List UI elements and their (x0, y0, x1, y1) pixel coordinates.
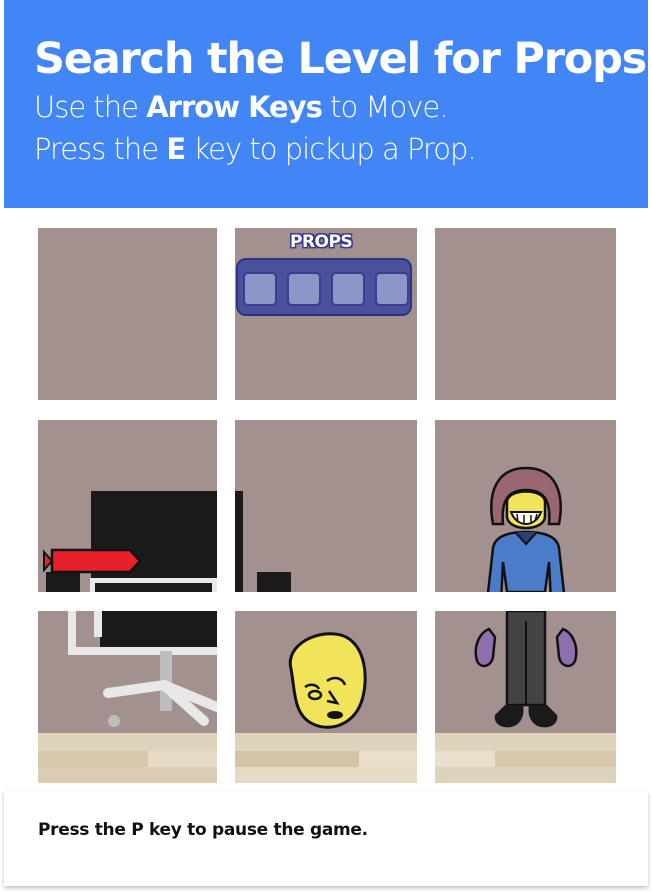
props-inventory (236, 258, 412, 316)
puzzle-tile[interactable] (235, 611, 417, 783)
yellow-mask-icon[interactable] (283, 629, 369, 733)
pause-instruction: Press the P key to pause the game. (38, 820, 368, 840)
arrow-keys-label: Arrow Keys (146, 90, 323, 124)
puzzle-tile[interactable] (38, 420, 217, 592)
e-key-label: E (166, 132, 186, 166)
page-title: Search the Level for Props. (34, 34, 652, 84)
puzzle-tile[interactable] (38, 228, 217, 400)
floor (235, 733, 417, 783)
floor (435, 733, 616, 783)
move-instruction-suffix: to Move. (321, 90, 448, 124)
move-instruction: Use the Arrow Keys to Move. (34, 90, 448, 124)
prop-slot (331, 272, 365, 306)
puzzle-tile[interactable] (435, 611, 616, 783)
chair-back (91, 491, 217, 592)
office-chair-icon[interactable] (64, 611, 217, 731)
prop-slot (287, 272, 321, 306)
puzzle-tile[interactable] (235, 420, 417, 592)
chair-frame (90, 578, 217, 592)
floor (38, 733, 217, 783)
pickup-instruction: Press the E key to pickup a Prop. (34, 132, 477, 166)
props-label: PROPS (290, 232, 353, 252)
pickup-instruction-suffix: key to pickup a Prop. (185, 132, 476, 166)
pickup-instruction-prefix: Press the (34, 132, 167, 166)
masked-character-icon[interactable] (471, 462, 581, 592)
instructions-banner: Search the Level for Props. Use the Arro… (4, 0, 652, 208)
puzzle-tile[interactable] (435, 228, 616, 400)
character-legs-icon (474, 611, 578, 728)
puzzle-tile[interactable] (435, 420, 616, 592)
red-bomb-icon[interactable] (40, 546, 142, 576)
prop-slot (375, 272, 409, 306)
desk-block (257, 572, 291, 592)
move-instruction-prefix: Use the (34, 90, 147, 124)
prop-slot (243, 272, 277, 306)
puzzle-tile[interactable] (38, 611, 217, 783)
chair-back (235, 491, 243, 592)
footer-panel: Press the P key to pause the game. (4, 792, 648, 886)
